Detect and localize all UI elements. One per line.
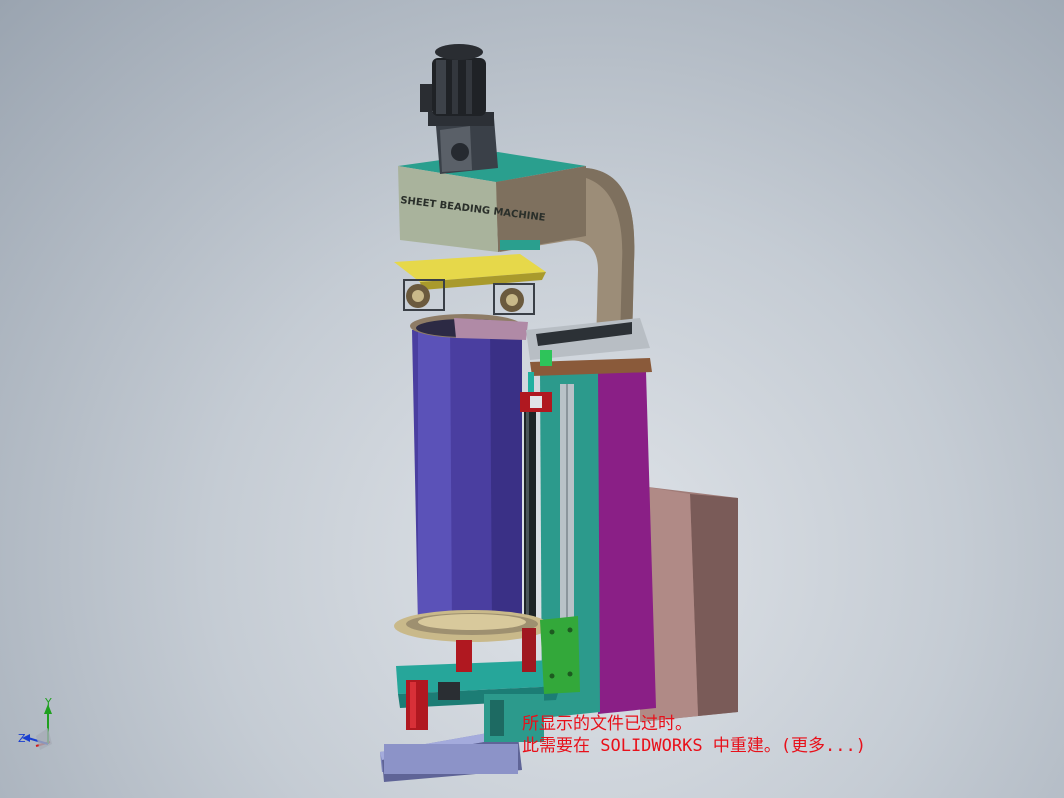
notice-line-2[interactable]: 此需要在 SOLIDWORKS 中重建。(更多...) bbox=[522, 735, 962, 757]
motor-assembly bbox=[420, 44, 498, 174]
view-orientation-triad[interactable]: Y Z bbox=[18, 696, 52, 750]
roller-clamp bbox=[394, 254, 546, 315]
notice-line-1: 所显示的文件已过时。 bbox=[522, 714, 692, 734]
workpiece-cylinder bbox=[410, 314, 528, 630]
triad-y-label: Y bbox=[44, 696, 52, 709]
triad-z-label: Z bbox=[18, 732, 26, 745]
cad-viewport[interactable]: SHEET BEADING MACHINE Y Z bbox=[0, 0, 1064, 798]
rebuild-notice[interactable]: 所显示的文件已过时。 此需要在 SOLIDWORKS 中重建。(更多...) bbox=[522, 713, 962, 757]
